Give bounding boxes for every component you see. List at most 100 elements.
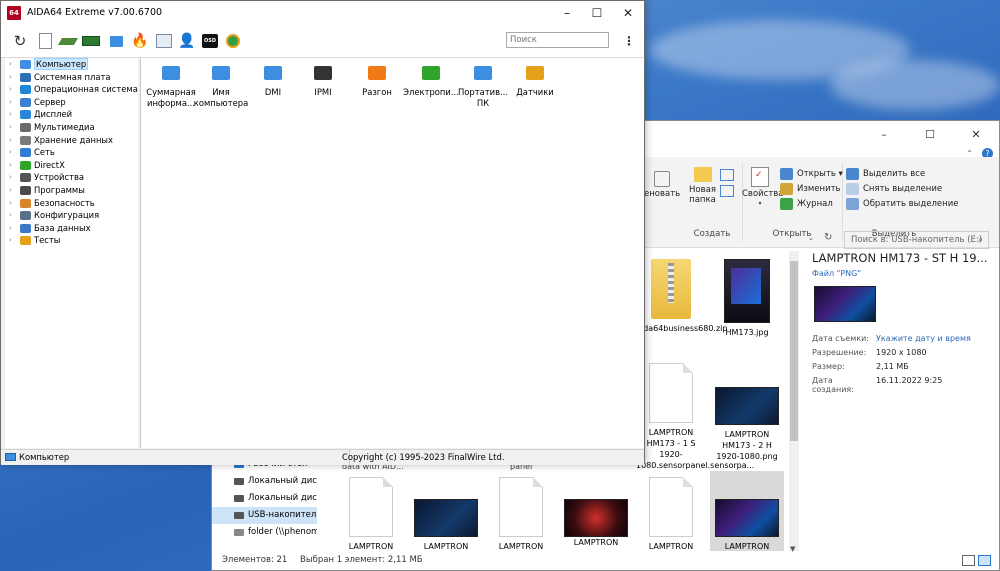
invert-selection-button[interactable]: Обратить выделение bbox=[846, 198, 958, 210]
user-icon[interactable]: 👤 bbox=[177, 31, 197, 51]
tree-item[interactable]: › Хранение данных bbox=[5, 134, 138, 147]
content-item[interactable]: IPMI bbox=[295, 62, 351, 98]
memory-icon[interactable] bbox=[81, 31, 101, 51]
file-tile[interactable]: LAMPTRON bbox=[486, 477, 556, 552]
nav-item-network-folder[interactable]: folder (\\phenom bbox=[212, 524, 317, 541]
tree-item[interactable]: › База данных bbox=[5, 222, 138, 235]
explorer-maximize-button[interactable]: ☐ bbox=[907, 121, 953, 149]
expand-chevron-icon[interactable]: › bbox=[9, 197, 12, 210]
tree-item[interactable]: › Безопасность bbox=[5, 197, 138, 210]
tree-item[interactable]: › DirectX bbox=[5, 159, 138, 172]
tree-item[interactable]: › Устройства bbox=[5, 171, 138, 184]
file-tile[interactable]: LAMPTRON bbox=[336, 477, 406, 552]
details-value[interactable]: Укажите дату и время bbox=[876, 334, 971, 343]
tree-item[interactable]: › Системная плата bbox=[5, 71, 138, 84]
file-tile[interactable]: LAMPTRON bbox=[561, 499, 631, 548]
maximize-button[interactable]: ☐ bbox=[581, 1, 613, 25]
tree-item[interactable]: › Компьютер bbox=[5, 58, 138, 71]
content-item[interactable]: Суммарная информа... bbox=[143, 62, 199, 108]
nav-item-local-disk[interactable]: Локальный диск bbox=[212, 473, 317, 490]
tree-item-label: Устройства bbox=[34, 172, 85, 183]
nav-item-usb-drive[interactable]: USB-накопитель bbox=[212, 507, 317, 524]
gauge-icon[interactable] bbox=[223, 31, 243, 51]
content-item[interactable]: Портатив... ПК bbox=[455, 62, 511, 108]
xbox-icon bbox=[20, 160, 31, 170]
content-item[interactable]: Электропи... bbox=[403, 62, 459, 98]
tree-item-label: Операционная система bbox=[34, 84, 138, 95]
tree-item[interactable]: › Сервер bbox=[5, 96, 138, 109]
expand-chevron-icon[interactable]: › bbox=[9, 171, 12, 184]
network-icon[interactable] bbox=[106, 31, 126, 51]
report-icon[interactable] bbox=[35, 31, 55, 51]
driver-icon[interactable] bbox=[154, 31, 174, 51]
address-dropdown-icon[interactable]: ⌄ bbox=[808, 234, 814, 242]
new-item-icon[interactable] bbox=[720, 169, 734, 181]
content-item[interactable]: Имя компьютера bbox=[193, 62, 249, 108]
osd-icon[interactable]: OSD bbox=[200, 31, 220, 51]
tree-item[interactable]: › Операционная система bbox=[5, 83, 138, 96]
file-tile[interactable]: LAMPTRON bbox=[411, 499, 481, 552]
select-none-button[interactable]: Снять выделение bbox=[846, 183, 942, 195]
edit-button[interactable]: Изменить bbox=[780, 183, 841, 195]
expand-chevron-icon[interactable]: › bbox=[9, 83, 12, 96]
file-tile[interactable]: HM173.jpg bbox=[712, 259, 782, 338]
open-button[interactable]: Открыть ▾ bbox=[780, 168, 843, 180]
minimize-button[interactable]: – bbox=[551, 1, 583, 25]
expand-chevron-icon[interactable]: › bbox=[9, 222, 12, 235]
aida64-titlebar[interactable]: 64 AIDA64 Extreme v7.00.6700 – ☐ ✕ bbox=[1, 1, 644, 25]
tree-item[interactable]: › Дисплей bbox=[5, 108, 138, 121]
file-tile[interactable]: LAMPTRON HM173 - 2 H 1920-1080.png bbox=[712, 387, 782, 462]
expand-chevron-icon[interactable]: › bbox=[9, 96, 12, 109]
tree-item-label: Системная плата bbox=[34, 71, 111, 82]
motherboard-icon[interactable] bbox=[57, 31, 79, 51]
file-tile[interactable]: LAMPTRON bbox=[636, 477, 706, 552]
explorer-search-input[interactable]: Поиск в: USB-накопитель (E:) ⌕ bbox=[844, 231, 989, 249]
search-input[interactable] bbox=[506, 32, 609, 48]
content-item[interactable]: Разгон bbox=[349, 62, 405, 98]
explorer-scrollbar[interactable]: ▼ bbox=[789, 251, 799, 553]
tree-item[interactable]: › Программы bbox=[5, 184, 138, 197]
expand-chevron-icon[interactable]: › bbox=[9, 121, 12, 134]
tree-item-label: Конфигурация bbox=[34, 210, 100, 221]
details-view-icon[interactable] bbox=[962, 555, 975, 566]
tree-item[interactable]: › Конфигурация bbox=[5, 209, 138, 222]
explorer-minimize-button[interactable]: – bbox=[861, 121, 907, 149]
flame-icon[interactable]: 🔥 bbox=[130, 31, 150, 51]
tree-item[interactable]: › Сеть bbox=[5, 146, 138, 159]
close-button[interactable]: ✕ bbox=[612, 1, 644, 25]
expand-chevron-icon[interactable]: › bbox=[9, 71, 12, 84]
expand-chevron-icon[interactable]: › bbox=[9, 146, 12, 159]
expand-chevron-icon[interactable]: › bbox=[9, 159, 12, 172]
content-item[interactable]: Датчики bbox=[507, 62, 563, 98]
expand-chevron-icon[interactable]: › bbox=[9, 209, 12, 222]
refresh-icon[interactable]: ↻ bbox=[10, 31, 30, 51]
nav-item-local-disk[interactable]: Локальный диск bbox=[212, 490, 317, 507]
history-button[interactable]: Журнал bbox=[780, 198, 833, 210]
menu-kebab-icon[interactable]: ⋮ bbox=[623, 33, 635, 49]
tree-item[interactable]: › Тесты bbox=[5, 234, 138, 247]
explorer-close-button[interactable]: ✕ bbox=[953, 121, 999, 149]
select-all-button[interactable]: Выделить все bbox=[846, 168, 925, 180]
new-folder-button[interactable]: Новая папка bbox=[685, 167, 720, 205]
expand-chevron-icon[interactable]: › bbox=[9, 184, 12, 197]
easy-access-icon[interactable] bbox=[720, 185, 734, 197]
select-none-icon bbox=[846, 183, 859, 195]
address-refresh-icon[interactable]: ↻ bbox=[824, 232, 832, 243]
content-item[interactable]: DMI bbox=[245, 62, 301, 98]
expand-chevron-icon[interactable]: › bbox=[9, 234, 12, 247]
server-icon bbox=[20, 97, 31, 107]
expand-chevron-icon[interactable]: › bbox=[9, 134, 12, 147]
file-tile-selected[interactable]: LAMPTRON bbox=[710, 471, 784, 551]
expand-chevron-icon[interactable]: › bbox=[9, 108, 12, 121]
expand-chevron-icon[interactable]: › bbox=[9, 58, 12, 71]
details-title: LAMPTRON HM173 - ST H 19... bbox=[812, 251, 988, 265]
large-icons-view-icon[interactable] bbox=[978, 555, 991, 566]
tree-item-label: База данных bbox=[34, 222, 91, 233]
tree-item[interactable]: › Мультимедиа bbox=[5, 121, 138, 134]
properties-button[interactable]: ✓ Свойства ▾ bbox=[742, 167, 784, 209]
scrollbar-thumb[interactable] bbox=[790, 261, 798, 441]
file-tile[interactable]: LAMPTRON HM173 - 1 S 1920-1080.sensorpan… bbox=[636, 363, 754, 471]
rename-button-partial[interactable]: еновать bbox=[644, 171, 680, 199]
file-tile[interactable]: aida64business680.zip bbox=[636, 259, 727, 334]
new-folder-icon bbox=[693, 167, 712, 182]
